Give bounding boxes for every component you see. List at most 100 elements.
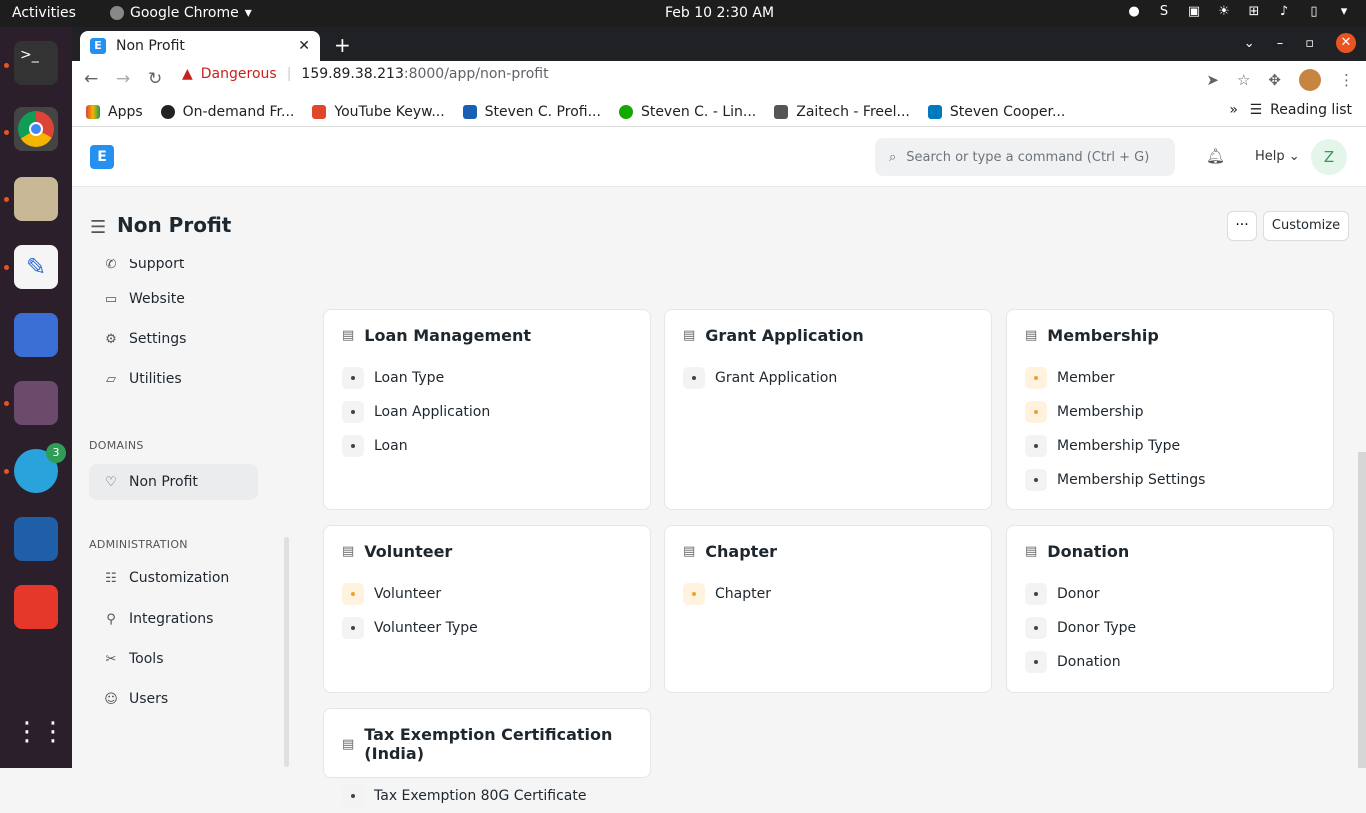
activities-button[interactable]: Activities [12,5,76,21]
sidebar-item-non-profit[interactable]: ♡ Non Profit [89,464,258,500]
reload-icon[interactable]: ↻ [148,69,162,89]
bookmark-star-icon[interactable]: ☆ [1237,71,1250,89]
card-link-membership-type[interactable]: Membership Type [1025,429,1315,463]
app-navbar: E ⌕ Search or type a command (Ctrl + G) … [72,127,1366,187]
search-icon: ⌕ [889,149,897,165]
more-menu-button[interactable]: ··· [1227,211,1257,241]
bookmark-trello[interactable]: Steven Cooper... [927,104,1065,120]
volume-icon[interactable]: ♪ [1276,4,1292,20]
address-bar[interactable]: ▲ Dangerous | 159.89.38.213 :8000/app/no… [182,66,549,82]
send-icon[interactable]: ➤ [1206,71,1219,89]
video-icon[interactable] [14,381,58,425]
back-icon[interactable]: ← [84,69,98,89]
app-grid-icon[interactable]: ⋮⋮ [14,710,66,754]
bookmark-zaitech[interactable]: Zaitech - Freel... [774,104,910,120]
skype-icon[interactable]: S [1156,4,1172,20]
card-link-label: Donation [1057,654,1121,670]
close-window-button[interactable]: ✕ [1336,33,1356,53]
sidebar-scrollbar[interactable] [284,537,289,767]
apps-grid-icon [86,104,100,119]
chevron-down-icon[interactable]: ▾ [1336,4,1352,20]
tab-search-icon[interactable]: ⌄ [1244,36,1255,51]
awesome-bar[interactable]: ⌕ Search or type a command (Ctrl + G) [875,138,1175,176]
clock[interactable]: Feb 10 2:30 AM [665,5,774,21]
card-link-loan-type[interactable]: Loan Type [342,361,632,395]
card-link-grant-application[interactable]: Grant Application [683,361,973,395]
bookmarks-bar: Apps On-demand Fr... YouTube Keyw... Ste… [72,97,1366,127]
document-viewer-icon[interactable] [14,517,58,561]
brightness-icon[interactable]: ☀ [1216,4,1232,20]
sidebar-toggle-icon[interactable]: ☰ [90,217,106,238]
reading-list-label: Reading list [1270,102,1352,118]
minimize-button[interactable]: – [1277,36,1284,51]
bookmark-on-demand[interactable]: On-demand Fr... [160,104,294,120]
bullet-icon [683,583,705,605]
page-scrollbar[interactable] [1358,452,1366,768]
sidebar-item-customization[interactable]: ☷ Customization [89,560,258,596]
files-icon[interactable] [14,177,58,221]
sidebar-item-website[interactable]: ▭ Website [89,281,258,317]
sidebar-item-tools[interactable]: ✂ Tools [89,641,258,677]
app-menu[interactable]: Google Chrome ▾ [110,5,252,21]
bookmark-apps[interactable]: Apps [86,104,143,120]
camera-icon[interactable]: ▣ [1186,4,1202,20]
card-link-loan-application[interactable]: Loan Application [342,395,632,429]
help-label: Help [1255,149,1285,164]
chrome-tray-icon[interactable]: ● [1126,4,1142,20]
sidebar-item-integrations[interactable]: ⚲ Integrations [89,601,258,637]
chrome-dock-icon[interactable] [14,107,58,151]
card-link-volunteer[interactable]: Volunteer [342,577,632,611]
bookmark-label: YouTube Keyw... [334,103,445,120]
card-title-text: Donation [1047,542,1130,561]
terminal-icon[interactable]: >_ [14,41,58,85]
card-link-donor-type[interactable]: Donor Type [1025,611,1315,645]
close-tab-icon[interactable]: ✕ [298,38,310,54]
profile-avatar[interactable] [1299,69,1321,91]
network-icon[interactable]: ⊞ [1246,4,1262,20]
sidebar-item-users[interactable]: ☺ Users [89,681,258,717]
chrome-icon [110,6,124,20]
customize-button[interactable]: Customize [1263,211,1349,241]
forward-icon[interactable]: → [116,69,130,89]
sidebar-item-settings[interactable]: ⚙ Settings [89,321,258,357]
sidebar-item-label: Integrations [129,611,214,627]
browser-tab[interactable]: E Non Profit ✕ [80,31,320,61]
text-editor-icon[interactable]: ✎ [14,245,58,289]
card-link-volunteer-type[interactable]: Volunteer Type [342,611,632,645]
user-avatar[interactable]: Z [1311,139,1347,175]
bookmark-profile[interactable]: Steven C. Profi... [462,104,601,120]
bookmark-upwork[interactable]: Steven C. - Lin... [618,104,756,120]
card-link-loan[interactable]: Loan [342,429,632,463]
app-logo[interactable]: E [90,145,114,169]
chrome-menu-icon[interactable]: ⋮ [1339,71,1354,89]
help-dropdown[interactable]: Help ⌄ [1255,149,1300,164]
system-tray[interactable]: ● S ▣ ☀ ⊞ ♪ ▯ ▾ [1126,4,1352,20]
card-link-donor[interactable]: Donor [1025,577,1315,611]
battery-icon[interactable]: ▯ [1306,4,1322,20]
search-input[interactable]: Search or type a command (Ctrl + G) [906,150,1149,165]
anydesk-icon[interactable] [14,585,58,629]
sidebar-item-utilities[interactable]: ▱ Utilities [89,361,258,397]
new-tab-button[interactable]: + [334,33,351,57]
workspace-sidebar: ✆ Support ▭ Website ⚙ Settings ▱ Utilities D… [72,259,287,768]
reading-list-button[interactable]: ☰ Reading list [1250,102,1352,118]
card-link-membership-settings[interactable]: Membership Settings [1025,463,1315,497]
users-icon: ☺ [104,691,118,707]
notification-bell-icon[interactable]: 🔔︎ [1206,147,1225,165]
bookmark-youtube[interactable]: YouTube Keyw... [312,103,445,120]
sidebar-item-support[interactable]: ✆ Support [89,259,258,277]
document-icon: ▤ [342,328,355,343]
extensions-icon[interactable]: ✥ [1268,71,1281,89]
tab-strip: E Non Profit ✕ + ⌄ – ▫ ✕ [72,27,1366,61]
card-link-member[interactable]: Member [1025,361,1315,395]
omnibox-bar: ← → ↻ ▲ Dangerous | 159.89.38.213 :8000/… [72,61,1366,97]
card-link-donation[interactable]: Donation [1025,645,1315,679]
security-status[interactable]: Dangerous [201,66,277,82]
screenshot-icon[interactable] [14,313,58,357]
card-link-membership[interactable]: Membership [1025,395,1315,429]
maximize-button[interactable]: ▫ [1305,36,1314,51]
card-link-chapter[interactable]: Chapter [683,577,973,611]
card-link-label: Loan [374,438,408,454]
card-link-tax-exemption-80g[interactable]: Tax Exemption 80G Certificate [342,779,632,813]
bookmarks-overflow-icon[interactable]: » [1229,102,1238,118]
